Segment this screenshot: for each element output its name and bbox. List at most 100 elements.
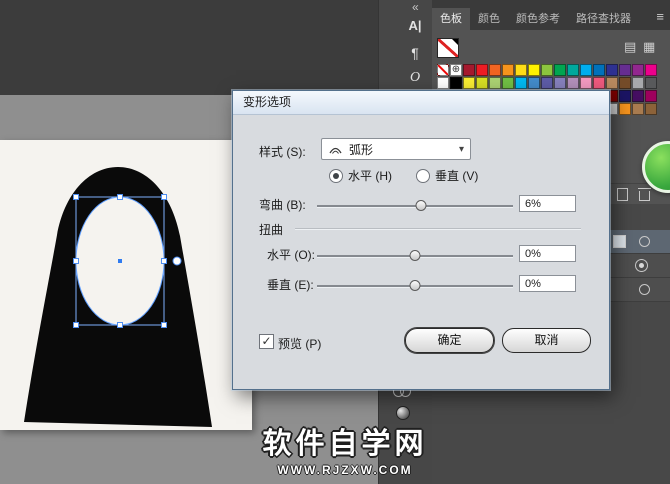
swatch[interactable] <box>554 64 566 76</box>
swatch[interactable]: ⊕ <box>450 64 462 76</box>
style-label: 样式 (S): <box>259 145 306 159</box>
swatch[interactable] <box>632 103 644 115</box>
distortion-horizontal-slider[interactable] <box>317 250 513 261</box>
swatch[interactable] <box>619 77 631 89</box>
swatch[interactable] <box>489 64 501 76</box>
bend-slider-thumb[interactable] <box>415 200 427 211</box>
swatch[interactable] <box>645 64 657 76</box>
bend-label: 弯曲 (B): <box>259 198 306 212</box>
swatch[interactable] <box>593 64 605 76</box>
warp-style-dropdown[interactable]: 弧形 ▾ <box>321 138 471 160</box>
radio-vertical-circle[interactable] <box>416 168 430 183</box>
swatch[interactable] <box>541 77 553 89</box>
layer-thumbnail[interactable] <box>613 235 626 248</box>
distortion-vertical-label: 垂直 (E): <box>267 278 314 292</box>
distortion-vertical-thumb[interactable] <box>409 280 421 291</box>
swatch[interactable] <box>476 64 488 76</box>
tab-swatches[interactable]: 色板 <box>432 8 470 30</box>
swatch[interactable] <box>554 77 566 89</box>
tab-pathfinder[interactable]: 路径查找器 <box>568 8 639 30</box>
swatch[interactable] <box>580 64 592 76</box>
swatch[interactable] <box>645 103 657 115</box>
distortion-horizontal-field[interactable] <box>519 245 576 262</box>
swatch[interactable] <box>606 77 618 89</box>
opentype-panel-icon[interactable]: O <box>402 70 428 86</box>
swatch[interactable] <box>632 64 644 76</box>
distortion-vertical-slider[interactable] <box>317 280 513 291</box>
swatch[interactable] <box>567 77 579 89</box>
swatch[interactable] <box>619 103 631 115</box>
radio-vertical-label: 垂直 (V) <box>435 169 479 183</box>
list-view-icon[interactable]: ▤ <box>624 40 636 53</box>
target-circle-icon[interactable] <box>639 236 650 247</box>
swatch[interactable] <box>528 64 540 76</box>
swatch[interactable] <box>515 64 527 76</box>
radio-horizontal-label: 水平 (H) <box>348 169 392 183</box>
swatch[interactable] <box>593 77 605 89</box>
swatch[interactable] <box>606 64 618 76</box>
swatch[interactable] <box>463 64 475 76</box>
swatch[interactable] <box>619 64 631 76</box>
radio-horizontal[interactable]: 水平 (H) <box>329 167 392 184</box>
preview-checkbox[interactable]: ✓ <box>259 334 274 349</box>
delete-swatch-icon[interactable] <box>638 187 651 201</box>
panel-menu-icon[interactable]: ≡ <box>656 9 664 24</box>
watermark-url: WWW.RJZXW.COM <box>277 463 413 477</box>
swatch[interactable] <box>645 77 657 89</box>
center-point[interactable] <box>118 259 122 263</box>
dialog-title-bar[interactable]: 变形选项 <box>233 91 609 115</box>
chevron-down-icon: ▾ <box>458 143 464 155</box>
preview-label: 预览 (P) <box>278 337 322 351</box>
swatch[interactable] <box>502 64 514 76</box>
swatch[interactable] <box>515 77 527 89</box>
distortion-section-label: 扭曲 <box>259 223 284 237</box>
distortion-horizontal-thumb[interactable] <box>409 250 421 261</box>
swatch[interactable] <box>502 77 514 89</box>
collapse-dock-icon[interactable]: « <box>412 0 419 14</box>
warp-style-value: 弧形 <box>349 142 374 157</box>
swatch-row <box>437 77 658 89</box>
swatch[interactable] <box>645 90 657 102</box>
swatch[interactable] <box>489 77 501 89</box>
paragraph-panel-icon[interactable]: ¶ <box>402 45 428 61</box>
swatch[interactable] <box>632 77 644 89</box>
radio-horizontal-circle[interactable] <box>329 168 343 183</box>
watermark: 软件自学网 WWW.RJZXW.COM <box>232 427 458 477</box>
orientation-radio-group: 水平 (H) 垂直 (V) <box>329 167 478 184</box>
swatch[interactable] <box>450 77 462 89</box>
watermark-title: 软件自学网 <box>262 428 428 460</box>
bend-value-field[interactable] <box>519 195 576 212</box>
target-selected-icon[interactable] <box>635 259 648 272</box>
swatch[interactable] <box>463 77 475 89</box>
swatch[interactable] <box>567 64 579 76</box>
arc-style-icon <box>329 147 342 154</box>
section-divider <box>295 228 581 230</box>
target-circle-icon[interactable] <box>639 284 650 295</box>
cancel-button[interactable]: 取消 <box>502 328 591 353</box>
swatch[interactable] <box>528 77 540 89</box>
swatch[interactable] <box>476 77 488 89</box>
panel-tabbar: 色板 颜色 颜色参考 路径查找器 ≡ <box>432 0 670 30</box>
grid-view-icon[interactable]: ▦ <box>643 40 655 53</box>
swatch[interactable] <box>437 77 449 89</box>
distortion-vertical-field[interactable] <box>519 275 576 292</box>
check-icon: ✓ <box>261 334 272 348</box>
swatch[interactable] <box>541 64 553 76</box>
canvas-dark-area <box>0 0 378 95</box>
swatch[interactable] <box>619 90 631 102</box>
swatch[interactable] <box>437 64 449 76</box>
gradient-panel-icon[interactable] <box>396 406 410 420</box>
tab-color-guide[interactable]: 颜色参考 <box>508 8 568 30</box>
swatch-row: ⊕ <box>437 64 658 76</box>
radio-vertical[interactable]: 垂直 (V) <box>416 167 478 184</box>
swatch[interactable] <box>580 77 592 89</box>
ok-button[interactable]: 确定 <box>405 328 494 353</box>
tab-color[interactable]: 颜色 <box>470 8 508 30</box>
swatch-none[interactable] <box>437 38 459 58</box>
bend-slider[interactable] <box>317 200 513 211</box>
canvas-artwork <box>24 167 212 427</box>
rotate-widget-handle[interactable] <box>172 256 182 266</box>
character-panel-icon[interactable]: A| <box>402 18 428 33</box>
swatch[interactable] <box>632 90 644 102</box>
new-swatch-icon[interactable] <box>617 187 628 201</box>
